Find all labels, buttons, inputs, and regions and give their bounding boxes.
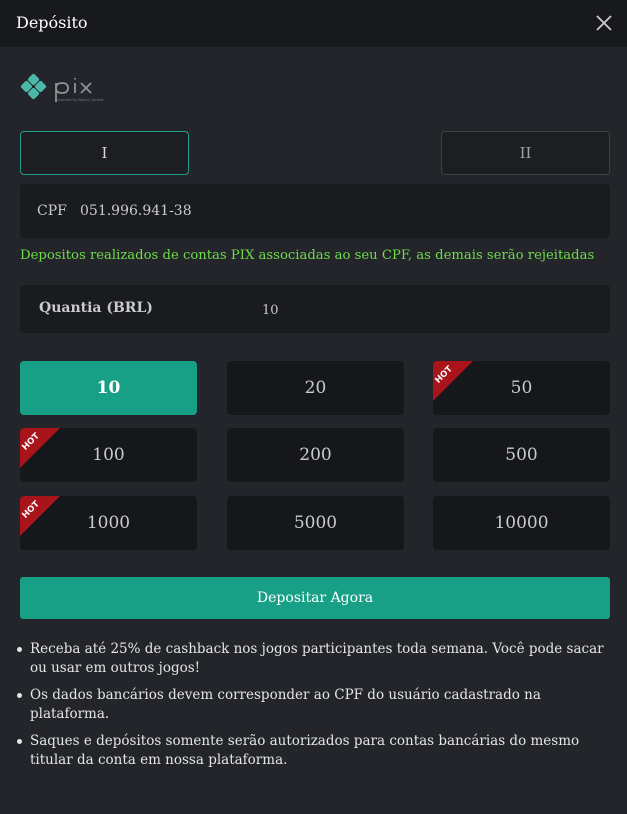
info-item: Receba até 25% de cashback nos jogos par… <box>14 640 614 678</box>
amount-option-value: 10 <box>96 378 121 398</box>
tab-ii[interactable]: II <box>441 131 610 175</box>
modal-header: Depósito <box>0 0 627 47</box>
amount-option-value: 100 <box>92 445 125 465</box>
close-icon[interactable] <box>593 12 615 34</box>
amount-option-20[interactable]: 20 <box>227 361 404 415</box>
info-item: Saques e depósitos somente serão autoriz… <box>14 732 614 770</box>
amount-options: 10 20 HOT 50 HOT 100 200 500 HOT 1000 5000 10000 <box>20 361 610 551</box>
info-item: Os dados bancários devem corresponder ao… <box>14 686 614 724</box>
amount-option-value: 500 <box>505 445 538 465</box>
amount-option-value: 200 <box>299 445 332 465</box>
amount-option-value: 10000 <box>494 513 549 533</box>
amount-option-50[interactable]: HOT 50 <box>433 361 610 415</box>
amount-input[interactable] <box>260 297 564 323</box>
amount-option-value: 20 <box>304 378 327 398</box>
amount-option-100[interactable]: HOT 100 <box>20 428 197 482</box>
amount-option-value: 5000 <box>293 513 338 533</box>
amount-option-10000[interactable]: 10000 <box>433 496 610 550</box>
svg-text:powered by Banco Central: powered by Banco Central <box>56 98 104 102</box>
amount-option-10[interactable]: 10 <box>20 361 197 415</box>
modal-title: Depósito <box>16 13 88 32</box>
info-list: Receba até 25% de cashback nos jogos par… <box>14 640 614 778</box>
amount-field: Quantia (BRL) <box>20 285 610 333</box>
cpf-value: 051.996.941-38 <box>80 203 192 219</box>
amount-option-1000[interactable]: HOT 1000 <box>20 496 197 550</box>
cpf-field: CPF 051.996.941-38 <box>20 184 610 238</box>
cpf-label: CPF <box>37 203 67 219</box>
pix-logo: powered by Banco Central <box>20 73 104 102</box>
amount-option-5000[interactable]: 5000 <box>227 496 404 550</box>
amount-option-200[interactable]: 200 <box>227 428 404 482</box>
amount-label: Quantia (BRL) <box>39 300 153 316</box>
tab-i[interactable]: I <box>20 131 189 175</box>
amount-option-500[interactable]: 500 <box>433 428 610 482</box>
deposit-now-button[interactable]: Depositar Agora <box>20 577 610 619</box>
amount-option-value: 1000 <box>86 513 131 533</box>
cpf-notice: Depositos realizados de contas PIX assoc… <box>20 248 595 263</box>
amount-option-value: 50 <box>510 378 533 398</box>
